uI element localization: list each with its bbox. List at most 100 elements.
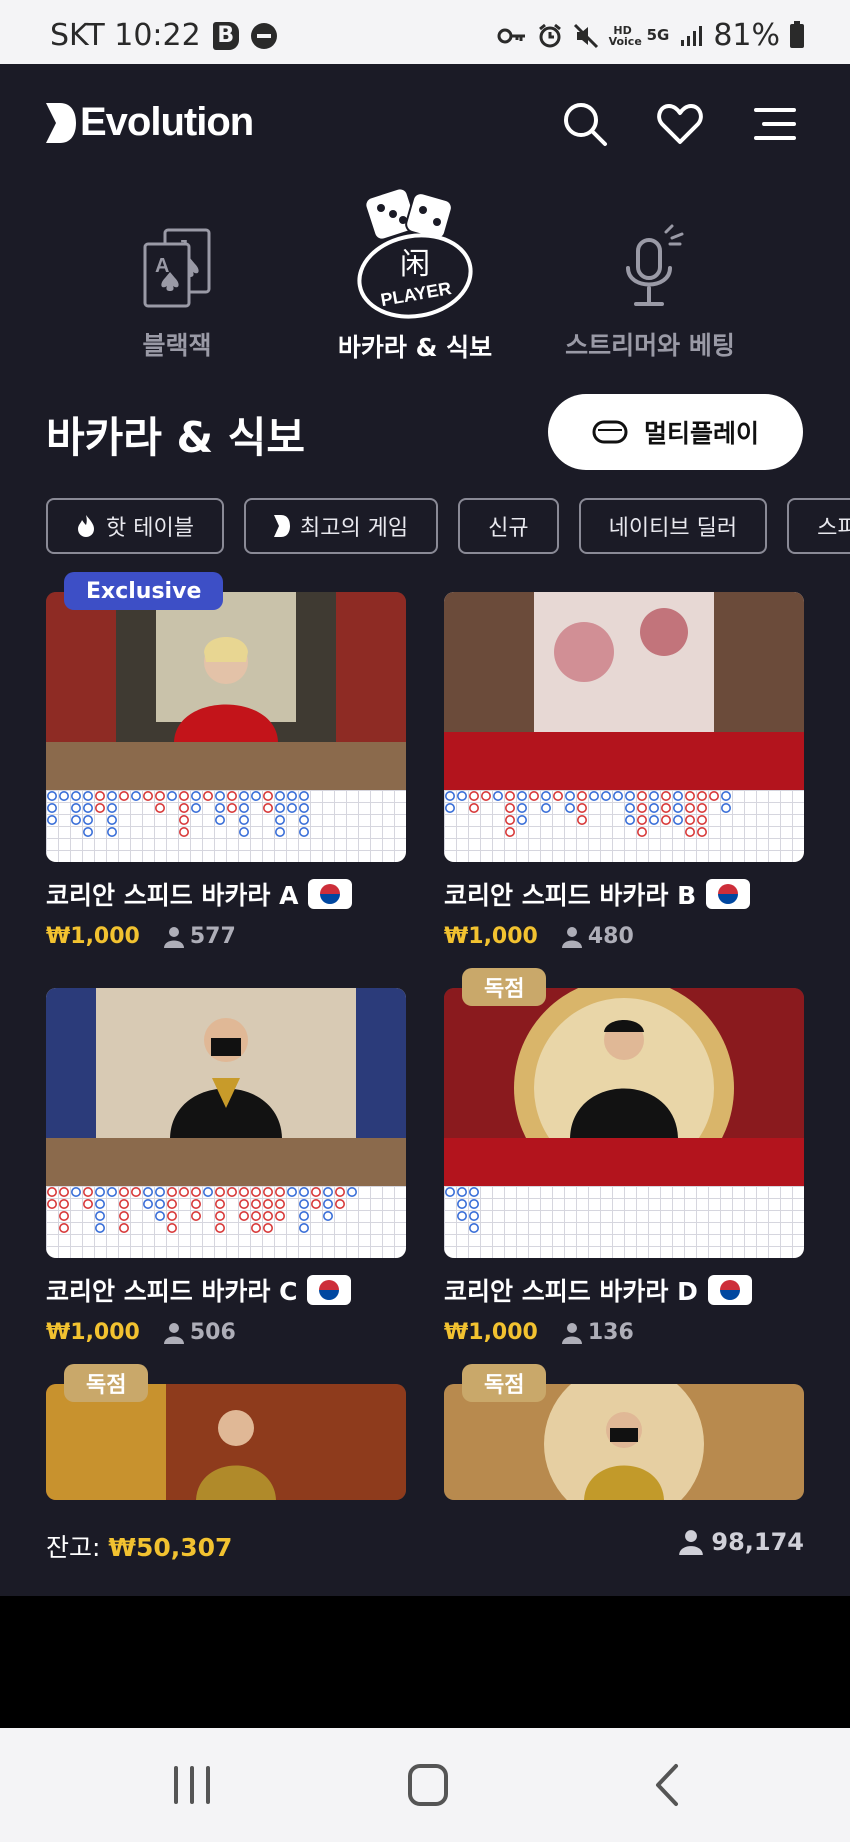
back-icon[interactable]	[640, 1760, 696, 1810]
microphone-icon	[626, 224, 684, 306]
roadmap-dot	[143, 1187, 154, 1197]
roadmap-dot	[673, 791, 684, 801]
roadmap-dot	[322, 1187, 333, 1197]
roadmap-dot	[239, 1199, 250, 1209]
roadmap-dot	[227, 791, 238, 801]
chip-partial[interactable]: 스피	[787, 498, 850, 554]
roadmap-dot	[251, 1199, 262, 1209]
favorites-heart-icon[interactable]	[656, 100, 704, 148]
game-card-e[interactable]: 독점	[46, 1364, 406, 1500]
roadmap-dot	[191, 1187, 202, 1197]
roadmap-dot	[119, 1222, 130, 1233]
game-card-d[interactable]: 독점 코리안 스피드 바카라 D ₩1,000 136	[444, 968, 804, 1345]
roadmap-dot	[457, 1199, 467, 1209]
game-card-f[interactable]: 독점	[444, 1364, 804, 1500]
game-card-c[interactable]: 코리안 스피드 바카라 C ₩1,000 506	[46, 988, 406, 1345]
roadmap-dot	[577, 814, 588, 825]
game-thumbnail[interactable]	[444, 988, 804, 1258]
roadmap-dot	[203, 1187, 214, 1197]
roadmap-dot	[203, 791, 214, 801]
balance-value: ₩50,307	[108, 1533, 233, 1562]
roadmap-dot	[577, 791, 588, 801]
player-count: 506	[189, 1320, 236, 1345]
roadmap-dot	[637, 791, 648, 801]
chip-hot-tables[interactable]: 핫 테이블	[46, 498, 224, 554]
roadmap-dot	[468, 1199, 479, 1209]
home-icon[interactable]	[400, 1760, 456, 1810]
min-bet: ₩1,000	[46, 1320, 140, 1345]
chip-hot-tables-label: 핫 테이블	[106, 516, 194, 541]
roadmap-dot	[445, 791, 455, 801]
playing-cards-icon: J A	[143, 228, 211, 308]
roadmap-dot	[468, 803, 479, 813]
game-card-a[interactable]: Exclusive 코리안 스피드 바카라 A ₩1,000 577	[46, 572, 406, 949]
multiplay-button[interactable]: 멀티플레이	[548, 394, 803, 470]
game-thumbnail[interactable]	[46, 988, 406, 1258]
player-count: 136	[587, 1320, 634, 1345]
roadmap-dot	[263, 791, 274, 801]
roadmap-dot	[504, 826, 515, 837]
signal-icon	[681, 25, 703, 46]
roadmap-dot	[346, 1187, 357, 1197]
roadmap-dot	[613, 791, 624, 801]
roadmap-dot	[143, 791, 154, 801]
roadmap-dot	[191, 1199, 202, 1209]
card-title: 코리안 스피드 바카라 A	[46, 881, 299, 910]
roadmap-dot	[263, 1187, 274, 1197]
evolution-logo[interactable]: Evolution	[46, 100, 254, 145]
multiplay-label: 멀티플레이	[643, 419, 759, 448]
roadmap-dot	[59, 791, 69, 801]
roadmap-dot	[661, 814, 672, 825]
player-count: 577	[189, 924, 236, 949]
roadmap-dot	[299, 1187, 310, 1197]
exclusive-dokjeom-badge: 독점	[462, 1364, 547, 1402]
roadmap-dot	[47, 1199, 57, 1209]
roadmap-dot	[468, 1210, 479, 1221]
roadmap-dot	[119, 1199, 130, 1209]
menu-icon[interactable]	[752, 100, 800, 148]
search-icon[interactable]	[561, 100, 609, 148]
game-card-b[interactable]: 코리안 스피드 바카라 B ₩1,000 480	[444, 592, 804, 949]
roadmap-dot	[445, 1187, 455, 1197]
roadmap-dot	[685, 826, 696, 837]
game-thumbnail[interactable]	[444, 592, 804, 862]
category-baccarat-sicbo[interactable]: 闲 PLAYER 바카라 & 식보	[330, 184, 500, 364]
card-title: 코리안 스피드 바카라 C	[46, 1277, 298, 1306]
roadmap-dot	[47, 791, 57, 801]
roadmap-dot	[179, 814, 190, 825]
person-icon	[163, 926, 184, 948]
roadmap-dot	[227, 1187, 238, 1197]
chip-new[interactable]: 신규	[458, 498, 559, 554]
person-icon	[561, 1322, 582, 1344]
category-blackjack[interactable]: J A 블랙잭	[112, 184, 242, 362]
roadmap-dot	[457, 1187, 467, 1197]
roadmap-dot	[215, 1222, 226, 1233]
roadmap-dot	[287, 803, 298, 813]
roadmap-dot	[517, 791, 528, 801]
card-title: 코리안 스피드 바카라 D	[444, 1277, 698, 1306]
roadmap-dot	[82, 803, 93, 813]
roadmap-dot	[625, 791, 636, 801]
person-icon	[163, 1322, 184, 1344]
roadmap-dot	[299, 1222, 310, 1233]
game-thumbnail[interactable]	[46, 592, 406, 862]
roadmap-dot	[661, 803, 672, 813]
roadmap-dot	[673, 814, 684, 825]
online-players: 98,174	[679, 1528, 804, 1556]
korea-flag-icon	[707, 1275, 752, 1305]
roadmap-dot	[179, 826, 190, 837]
roadmap-dot	[239, 814, 250, 825]
roadmap-dot	[263, 1210, 274, 1221]
chip-native-dealer[interactable]: 네이티브 딜러	[578, 498, 768, 554]
recent-apps-icon[interactable]	[164, 1760, 220, 1810]
roadmap-dot	[94, 1222, 105, 1233]
online-count: 98,174	[711, 1528, 804, 1556]
roadmap-dot	[155, 1210, 166, 1221]
roadmap-dot	[299, 1210, 310, 1221]
roadmap-dot	[82, 814, 93, 825]
roadmap-dot	[239, 791, 250, 801]
min-bet: ₩1,000	[444, 924, 538, 949]
chip-top-games[interactable]: 최고의 게임	[243, 498, 439, 554]
category-streamer-betting[interactable]: 스트리머와 베팅	[560, 184, 740, 362]
roadmap-dot	[119, 791, 130, 801]
